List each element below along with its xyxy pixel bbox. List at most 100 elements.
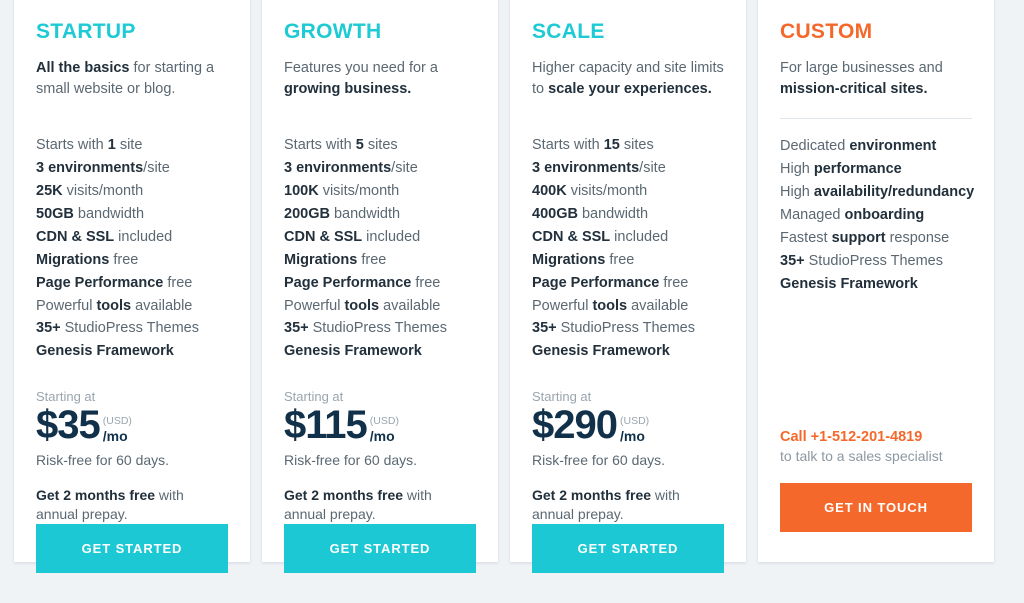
feature-item: Powerful tools available	[284, 295, 476, 318]
feature-bold: Genesis Framework	[780, 275, 918, 292]
feature-post: free	[163, 274, 193, 291]
feature-bold: Page Performance	[36, 274, 164, 291]
feature-post: /site	[143, 160, 170, 177]
feature-bold: 3 environments	[36, 160, 144, 177]
feature-item: Migrations free	[284, 249, 476, 272]
feature-post: free	[411, 274, 441, 291]
feature-post: included	[114, 228, 173, 245]
get-started-button[interactable]: GET STARTED	[36, 523, 228, 573]
price-period: /mo	[102, 427, 128, 444]
plan-tagline-bold: All the basics	[36, 60, 130, 76]
pricing-card-growth: GROWTH Features you need for a growing b…	[262, 0, 498, 573]
get-started-button[interactable]: GET STARTED	[284, 523, 476, 573]
feature-item: 50GB bandwidth	[36, 203, 228, 226]
feature-pre: Powerful	[284, 297, 345, 314]
section-divider	[780, 118, 972, 120]
feature-bold: CDN & SSL	[284, 228, 363, 245]
sales-phone-subtext: to talk to a sales specialist	[780, 447, 943, 464]
feature-post: available	[379, 297, 441, 314]
get-started-button[interactable]: GET STARTED	[532, 523, 724, 573]
feature-item: Starts with 15 sites	[532, 134, 724, 157]
price-row: $35 (USD) /mo	[36, 402, 228, 447]
feature-item: 3 environments/site	[36, 157, 228, 180]
feature-post: StudioPress Themes	[804, 252, 943, 269]
feature-item: Migrations free	[532, 249, 724, 272]
feature-pre: Starts with	[284, 137, 356, 154]
pricing-card-scale: SCALE Higher capacity and site limits to…	[510, 0, 746, 573]
cta-wrapper: GET STARTED	[284, 523, 476, 603]
feature-bold: 5	[355, 137, 364, 154]
price-block: Starting at $35 (USD) /mo Risk-free for …	[36, 389, 228, 523]
feature-bold: 3 environments	[532, 160, 640, 177]
feature-item: 3 environments/site	[532, 157, 724, 180]
feature-list: Starts with 15 sites 3 environments/site…	[532, 134, 724, 363]
feature-post: included	[362, 228, 421, 245]
price-amount: $115	[284, 402, 368, 447]
feature-bold: 35+	[36, 320, 61, 337]
pricing-card-custom: CUSTOM For large businesses and mission-…	[758, 0, 994, 562]
feature-bold: 3 environments	[284, 160, 392, 177]
feature-list: Starts with 1 site 3 environments/site 2…	[36, 134, 228, 363]
feature-bold: 35+	[532, 320, 557, 337]
feature-post: bandwidth	[73, 205, 145, 222]
annual-prepay-bold: Get 2 months free	[284, 486, 404, 503]
feature-post: bandwidth	[577, 205, 649, 222]
get-in-touch-button[interactable]: GET IN TOUCH	[780, 483, 972, 532]
feature-post: /site	[639, 160, 666, 177]
feature-post: visits/month	[318, 182, 400, 199]
plan-tagline-rest: For large businesses and	[780, 60, 943, 76]
feature-item: Migrations free	[36, 249, 228, 272]
cta-wrapper: GET STARTED	[532, 523, 724, 603]
feature-bold: 1	[107, 137, 116, 154]
feature-bold: performance	[813, 161, 902, 178]
feature-item: Managed onboarding	[780, 204, 972, 227]
annual-prepay-note: Get 2 months free with annual prepay.	[284, 486, 476, 524]
feature-item: Powerful tools available	[532, 295, 724, 318]
feature-item: 400K visits/month	[532, 180, 724, 203]
price-row: $290 (USD) /mo	[532, 405, 724, 445]
plan-tagline-bold: mission-critical sites.	[780, 80, 928, 97]
pricing-table: STARTUP All the basics for starting a sm…	[0, 0, 1024, 573]
feature-bold: 400K	[532, 182, 567, 199]
feature-bold: Page Performance	[532, 274, 660, 291]
feature-bold: CDN & SSL	[532, 228, 611, 245]
feature-pre: High	[780, 161, 814, 178]
feature-post: bandwidth	[329, 205, 401, 222]
price-side: (USD) /mo	[370, 416, 399, 444]
plan-title: CUSTOM	[780, 20, 873, 43]
feature-pre: Fastest	[780, 229, 832, 246]
feature-item: Page Performance free	[36, 272, 228, 295]
risk-free-note: Risk-free for 60 days.	[36, 451, 170, 468]
sales-phone-link[interactable]: Call +1-512-201-4819	[780, 428, 972, 447]
feature-post: free	[357, 251, 387, 268]
feature-item: Genesis Framework	[532, 340, 724, 363]
price-amount: $35	[36, 402, 101, 447]
feature-pre: Powerful	[532, 297, 593, 314]
feature-list: Dedicated environment High performance H…	[780, 135, 974, 295]
feature-item: Powerful tools available	[36, 295, 228, 318]
cta-wrapper: GET STARTED	[36, 523, 228, 603]
price-side: (USD) /mo	[620, 416, 649, 444]
feature-item: 35+ StudioPress Themes	[780, 250, 972, 273]
feature-bold: 25K	[36, 182, 63, 199]
feature-bold: onboarding	[844, 206, 925, 223]
price-row: $115 (USD) /mo	[284, 402, 476, 447]
feature-post: free	[659, 274, 689, 291]
flex-spacer	[780, 296, 972, 428]
feature-post: StudioPress Themes	[556, 320, 695, 337]
feature-post: free	[109, 251, 139, 268]
price-currency: (USD)	[369, 415, 399, 428]
feature-bold: Migrations	[36, 251, 110, 268]
price-side: (USD) /mo	[103, 416, 132, 444]
feature-item: CDN & SSL included	[36, 226, 228, 249]
feature-pre: Starts with	[36, 137, 108, 154]
feature-post: site	[115, 137, 143, 154]
risk-free-note: Risk-free for 60 days.	[532, 451, 666, 468]
feature-item: Genesis Framework	[36, 340, 228, 363]
plan-tagline: Higher capacity and site limits to scale…	[532, 58, 724, 99]
price-currency: (USD)	[619, 415, 650, 428]
feature-item: 25K visits/month	[36, 180, 228, 203]
feature-bold: 15	[603, 137, 620, 154]
feature-bold: Migrations	[532, 251, 606, 268]
plan-title: SCALE	[532, 20, 605, 43]
